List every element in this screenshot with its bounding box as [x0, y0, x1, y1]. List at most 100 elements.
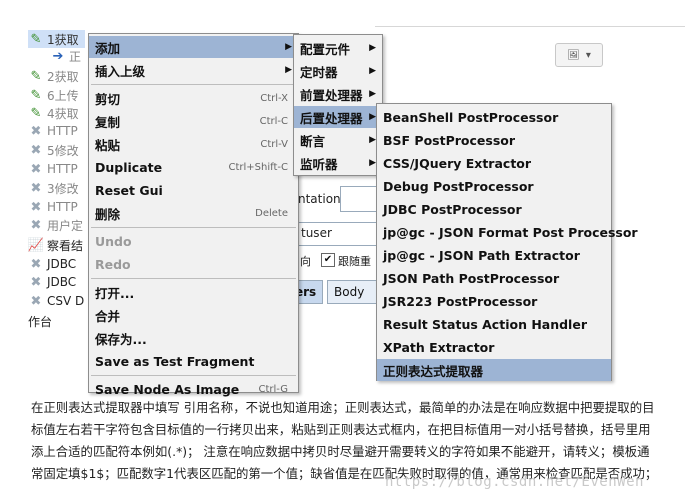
- postprocessor-submenu: BeanShell PostProcessor BSF PostProcessor…: [376, 103, 638, 381]
- menu-item[interactable]: 剪切 Ctrl-X: [89, 87, 298, 109]
- test-plan-tree: ✎ 1获取 ➔ 正 ✎ 2获取 ✎ 6上传 ✎ 4获取 ✖ HTTP ✖ 5修改 ✖ HTTP ✖ 3修改 ✖ HTT…: [0, 0, 100, 340]
- tree-row-label: 1获取: [47, 32, 79, 47]
- menu-item[interactable]: CSS/JQuery Extractor: [377, 152, 611, 174]
- menu-item-label: BSF PostProcessor: [383, 132, 516, 148]
- tree-row[interactable]: ✖ 用户定: [28, 216, 83, 234]
- menu-item-shortcut: Delete: [255, 207, 288, 219]
- menu-item-label: XPath Extractor: [383, 339, 495, 355]
- menu-item[interactable]: jp@gc - JSON Format Post Processor: [377, 221, 638, 243]
- implementation-field[interactable]: [340, 186, 378, 212]
- tree-row[interactable]: ✖ 5修改: [28, 141, 79, 159]
- menu-item-label: 监听器: [300, 156, 338, 172]
- menu-item[interactable]: Reset Gui: [89, 179, 298, 201]
- tree-row-label: 2获取: [47, 69, 79, 84]
- implementation-label: ntation:: [298, 192, 345, 206]
- menu-item[interactable]: JSON Path PostProcessor: [377, 267, 611, 289]
- menu-item[interactable]: 定时器 ▶: [294, 60, 382, 82]
- tree-row[interactable]: ✖ JDBC: [28, 273, 77, 291]
- menu-item-shortcut: Ctrl-C: [259, 115, 288, 127]
- menu-separator: [91, 375, 296, 376]
- chevron-down-icon: ▾: [585, 49, 591, 61]
- cross-icon: ✖: [30, 161, 42, 177]
- cross-icon: ✖: [30, 217, 42, 233]
- tree-row[interactable]: ✖ JDBC: [28, 255, 77, 273]
- menu-item-label: Debug PostProcessor: [383, 178, 534, 194]
- menu-item-label: Save Node As Image: [95, 381, 240, 397]
- menu-item[interactable]: 后置处理器 ▶: [294, 106, 382, 128]
- caption-text: 在正则表达式提取器中填写 引用名称，不说也知道用途；正则表达式，最简单的办法是在…: [31, 400, 658, 481]
- tree-row[interactable]: ✎ 2获取: [28, 67, 79, 85]
- menu-item[interactable]: 复制 Ctrl-C: [89, 110, 298, 132]
- menu-item-shortcut: Ctrl-G: [258, 383, 288, 395]
- tree-row[interactable]: ✖ CSV D: [28, 292, 85, 310]
- submenu-arrow-icon: ▶: [285, 65, 292, 75]
- tree-row[interactable]: ✎ 6上传: [28, 86, 79, 104]
- menu-item-label: jp@gc - JSON Path Extractor: [383, 247, 580, 263]
- follow-redirect-label: 跟随重: [338, 255, 371, 268]
- tree-row[interactable]: 📈 察看结: [28, 236, 83, 254]
- menu-separator: [91, 84, 296, 85]
- menu-item[interactable]: 断言 ▶: [294, 129, 382, 151]
- menu-item[interactable]: Debug PostProcessor: [377, 175, 611, 197]
- menu-item-label: Result Status Action Handler: [383, 316, 587, 332]
- image-icon: 🖼: [567, 49, 580, 61]
- menu-item-label: 合并: [95, 308, 121, 324]
- menu-item[interactable]: Save as Test Fragment: [89, 350, 298, 372]
- add-submenu: 配置元件 ▶ 定时器 ▶ 前置处理器 ▶ 后置处理器 ▶ 断言 ▶ 监听器 ▶: [293, 34, 383, 176]
- context-menu: 添加 ▶ 插入上级 ▶ 剪切 Ctrl-X 复制 Ctrl-C 粘贴 Ctrl-V Duplicat…: [88, 33, 299, 397]
- menu-item[interactable]: JSR223 PostProcessor: [377, 290, 611, 312]
- menu-item[interactable]: BSF PostProcessor: [377, 129, 611, 151]
- menu-item[interactable]: BeanShell PostProcessor: [377, 106, 611, 128]
- tree-row-label: HTTP: [47, 162, 78, 176]
- tree-row-label: JDBC: [47, 257, 77, 271]
- menu-item[interactable]: Result Status Action Handler: [377, 313, 611, 335]
- menu-item-label: 前置处理器: [300, 87, 363, 103]
- menu-item[interactable]: 删除 Delete: [89, 202, 298, 224]
- menu-separator: [91, 278, 296, 279]
- tree-row-label: HTTP: [47, 124, 78, 138]
- tab-body-data[interactable]: Body D: [327, 280, 377, 304]
- menu-item[interactable]: 正则表达式提取器: [377, 359, 611, 381]
- tree-row[interactable]: ✎ 4获取: [28, 104, 79, 122]
- menu-item[interactable]: 监听器 ▶: [294, 152, 382, 174]
- tree-row[interactable]: ✖ 3修改: [28, 179, 79, 197]
- tree-row-label: 正: [69, 49, 82, 64]
- menu-item-shortcut: Ctrl-X: [260, 92, 288, 104]
- image-button[interactable]: 🖼 ▾: [555, 43, 603, 67]
- follow-redirect-checkbox[interactable]: ✔: [321, 253, 335, 267]
- menu-item-label: BeanShell PostProcessor: [383, 109, 559, 125]
- menu-item[interactable]: 保存为...: [89, 327, 298, 349]
- menu-item[interactable]: 合并: [89, 304, 298, 326]
- menu-item-label: Duplicate: [95, 159, 163, 175]
- tree-row[interactable]: ✖ HTTP: [28, 122, 78, 140]
- submenu-arrow-icon: ▶: [369, 43, 376, 53]
- tree-row-label: 6上传: [47, 88, 79, 103]
- tree-row-label: JDBC: [47, 275, 77, 289]
- tree-row-label: HTTP: [47, 200, 78, 214]
- menu-item[interactable]: JDBC PostProcessor: [377, 198, 611, 220]
- menu-item-label: Undo: [95, 233, 132, 249]
- tree-row[interactable]: ✖ HTTP: [28, 198, 78, 216]
- menu-item-label: 插入上级: [95, 63, 146, 79]
- menu-item[interactable]: XPath Extractor: [377, 336, 611, 358]
- menu-item[interactable]: 配置元件 ▶: [294, 37, 382, 59]
- menu-item-label: 正则表达式提取器: [383, 363, 484, 379]
- submenu-arrow-icon: ▶: [369, 112, 376, 122]
- tree-row[interactable]: ✎ 1获取: [28, 30, 85, 48]
- submenu-arrow-icon: ▶: [369, 135, 376, 145]
- menu-item[interactable]: 打开...: [89, 281, 298, 303]
- menu-item[interactable]: 添加 ▶: [89, 36, 298, 58]
- menu-item-shortcut: Ctrl+Shift-C: [228, 161, 289, 173]
- menu-item-label: Save as Test Fragment: [95, 353, 255, 369]
- menu-item[interactable]: 粘贴 Ctrl-V: [89, 133, 298, 155]
- workbench-label[interactable]: 作台: [28, 313, 52, 330]
- menu-item[interactable]: jp@gc - JSON Path Extractor: [377, 244, 611, 266]
- tree-row-label: 4获取: [47, 106, 79, 121]
- tree-row[interactable]: ➔ 正: [50, 47, 81, 65]
- tree-row[interactable]: ✖ HTTP: [28, 160, 78, 178]
- menu-item[interactable]: 插入上级 ▶: [89, 59, 298, 81]
- menu-item[interactable]: Duplicate Ctrl+Shift-C: [89, 156, 298, 178]
- menu-item-label: 配置元件: [300, 41, 351, 57]
- cross-icon: ✖: [30, 123, 42, 139]
- menu-item[interactable]: 前置处理器 ▶: [294, 83, 382, 105]
